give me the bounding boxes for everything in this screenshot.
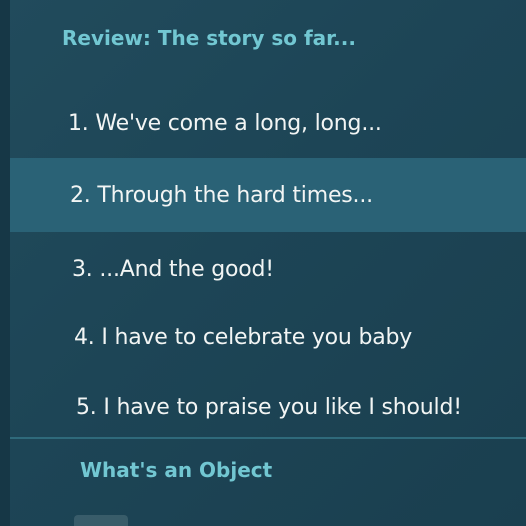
menu-item-3-label: 3. ...And the good!	[72, 257, 274, 282]
next-section-title[interactable]: What's an Object	[80, 458, 272, 482]
next-item-fragment	[74, 515, 128, 526]
menu-item-3[interactable]: 3. ...And the good!	[72, 252, 526, 288]
menu-item-1[interactable]: 1. We've come a long, long...	[68, 106, 524, 142]
menu-item-2[interactable]: 2. Through the hard times...	[70, 178, 526, 214]
review-section-title[interactable]: Review: The story so far...	[62, 26, 356, 50]
menu-item-5-label: 5. I have to praise you like I should!	[76, 395, 462, 420]
menu-item-4[interactable]: 4. I have to celebrate you baby	[74, 320, 526, 356]
section-divider	[10, 437, 526, 439]
left-edge-strip	[0, 0, 10, 526]
menu-item-5[interactable]: 5. I have to praise you like I should!	[76, 390, 526, 426]
course-navigation-screen: Review: The story so far... 1. We've com…	[0, 0, 526, 526]
menu-item-2-label: 2. Through the hard times...	[70, 183, 373, 208]
menu-item-4-label: 4. I have to celebrate you baby	[74, 325, 413, 350]
menu-item-1-label: 1. We've come a long, long...	[68, 111, 382, 136]
